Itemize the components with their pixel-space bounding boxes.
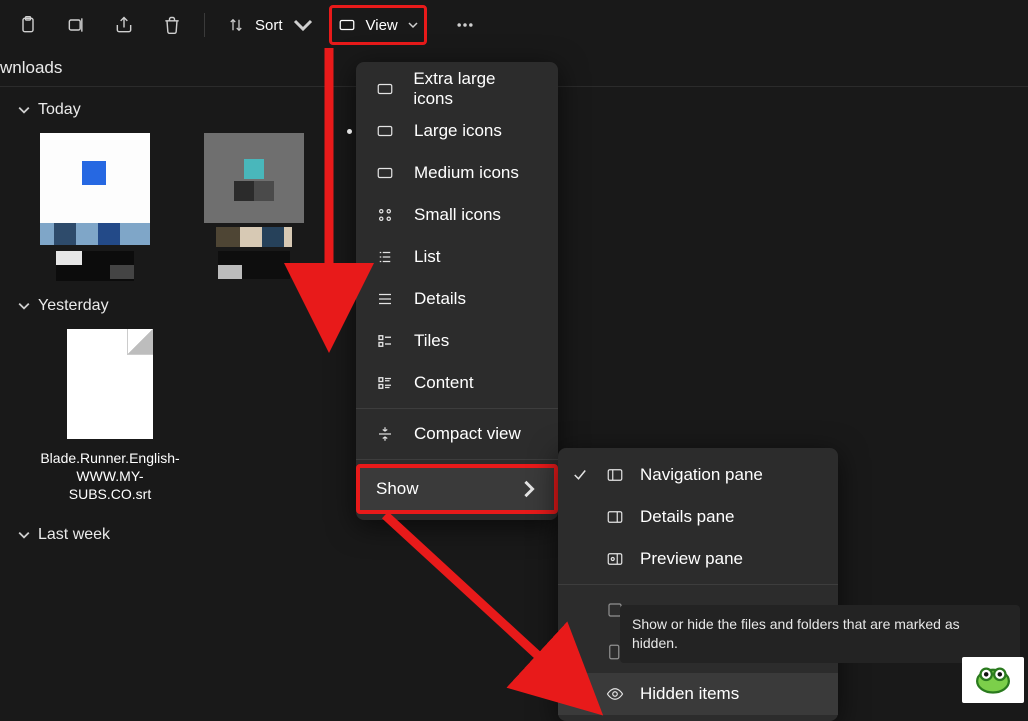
menu-item-content[interactable]: Content [356,362,558,404]
view-label: View [366,17,398,34]
image-thumbnail[interactable] [962,657,1024,703]
list-icon [374,248,396,266]
display-icon [374,164,396,182]
menu-item-list[interactable]: List [356,236,558,278]
menu-item-compact-view[interactable]: Compact view [356,413,558,455]
group-label: Yesterday [38,297,109,315]
toolbar: Sort View [0,0,1028,50]
pane-icon [604,466,626,484]
pane-icon [604,550,626,568]
file-name: Blade.Runner.English-WWW.MY-SUBS.CO.srt [40,449,180,504]
submenu-item-hidden-items[interactable]: Hidden items [558,673,838,715]
display-icon [374,122,396,140]
menu-item-medium-icons[interactable]: Medium icons [356,152,558,194]
pane-icon [604,508,626,526]
menu-item-small-icons[interactable]: Small icons [356,194,558,236]
tiles-icon [374,332,396,350]
display-icon [374,80,395,98]
paste-button[interactable] [6,5,50,45]
menu-item-large-icons[interactable]: Large icons [356,110,558,152]
grid-icon [374,206,396,224]
view-menu: Extra large icons Large icons Medium ico… [356,62,558,520]
tooltip-hidden-items: Show or hide the files and folders that … [620,605,1020,663]
menu-item-extra-large-icons[interactable]: Extra large icons [356,68,558,110]
image-thumbnail[interactable] [40,133,150,283]
sort-label: Sort [255,17,283,34]
show-submenu: Navigation pane Details pane Preview pan… [558,448,838,721]
image-thumbnail[interactable] [204,133,314,283]
submenu-item-navigation-pane[interactable]: Navigation pane [558,454,838,496]
file-item[interactable]: Blade.Runner.English-WWW.MY-SUBS.CO.srt [40,329,180,504]
menu-separator [356,408,558,409]
menu-item-details[interactable]: Details [356,278,558,320]
view-button-highlighted[interactable]: View [329,5,427,45]
content-icon [374,374,396,392]
check-icon [570,466,590,484]
submenu-item-preview-pane[interactable]: Preview pane [558,538,838,580]
rename-button[interactable] [54,5,98,45]
sort-button[interactable]: Sort [215,5,325,45]
group-label: Today [38,101,81,119]
menu-item-show-highlighted: Show [356,464,558,514]
chevron-right-icon [520,480,538,498]
compact-icon [374,425,396,443]
menu-item-show[interactable]: Show [360,468,554,510]
more-button[interactable] [443,5,487,45]
generic-file-icon [67,329,153,439]
delete-button[interactable] [150,5,194,45]
details-icon [374,290,396,308]
submenu-item-details-pane[interactable]: Details pane [558,496,838,538]
menu-separator [558,584,838,585]
group-header-lastweek[interactable]: Last week [18,526,1028,544]
toolbar-separator [204,13,205,37]
group-label: Last week [38,526,110,544]
eye-icon [604,685,626,703]
check-icon [570,685,590,703]
menu-separator [356,459,558,460]
share-button[interactable] [102,5,146,45]
selected-indicator-icon [347,129,352,134]
menu-item-tiles[interactable]: Tiles [356,320,558,362]
